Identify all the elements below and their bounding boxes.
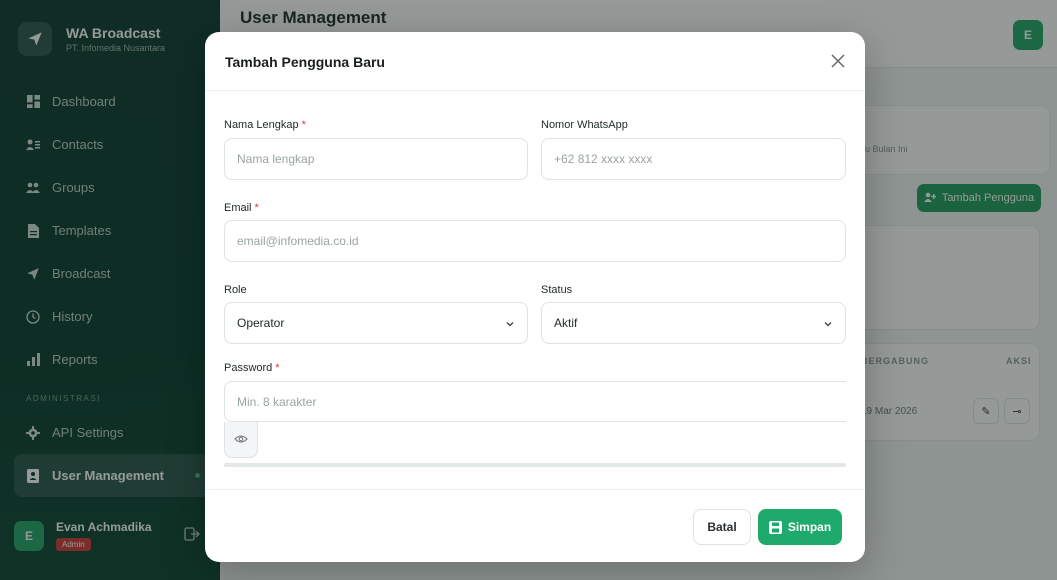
modal-header: Tambah Pengguna Baru — [205, 32, 865, 91]
required-mark: * — [275, 362, 280, 374]
name-placeholder: Nama lengkap — [237, 152, 315, 166]
name-label-text: Nama Lengkap — [224, 119, 299, 131]
email-placeholder: email@infomedia.co.id — [237, 234, 359, 248]
chevron-down-icon — [505, 318, 515, 328]
save-icon — [768, 520, 782, 534]
show-password-button[interactable] — [224, 422, 258, 458]
whatsapp-placeholder: +62 812 xxxx xxxx — [554, 152, 653, 166]
name-label: Nama Lengkap * — [224, 119, 306, 131]
email-label: Email * — [224, 202, 259, 214]
save-label: Simpan — [787, 520, 832, 534]
status-label: Status — [541, 284, 573, 296]
role-value: Operator — [237, 316, 285, 330]
password-field[interactable]: Min. 8 karakter — [224, 381, 846, 422]
email-label-text: Email — [224, 202, 252, 214]
whatsapp-label: Nomor WhatsApp — [541, 119, 628, 131]
name-field[interactable]: Nama lengkap — [224, 138, 528, 180]
add-user-modal: Tambah Pengguna Baru Nama Lengkap * Nama … — [205, 32, 865, 562]
chevron-down-icon — [823, 318, 833, 328]
status-value: Aktif — [554, 316, 578, 330]
status-select[interactable]: Aktif — [541, 302, 846, 344]
password-strength-bar — [224, 463, 846, 467]
required-mark: * — [301, 119, 306, 131]
close-icon[interactable] — [827, 50, 849, 72]
required-mark: * — [254, 202, 259, 214]
password-placeholder: Min. 8 karakter — [237, 394, 317, 409]
role-label: Role — [224, 284, 247, 296]
modal-title: Tambah Pengguna Baru — [225, 54, 385, 70]
role-select[interactable]: Operator — [224, 302, 528, 344]
save-button[interactable]: Simpan — [758, 509, 842, 545]
cancel-button[interactable]: Batal — [693, 509, 751, 545]
password-label: Password * — [224, 362, 280, 374]
password-label-text: Password — [224, 362, 273, 374]
eye-icon — [234, 431, 248, 449]
whatsapp-field[interactable]: +62 812 xxxx xxxx — [541, 138, 846, 180]
email-field[interactable]: email@infomedia.co.id — [224, 220, 846, 262]
